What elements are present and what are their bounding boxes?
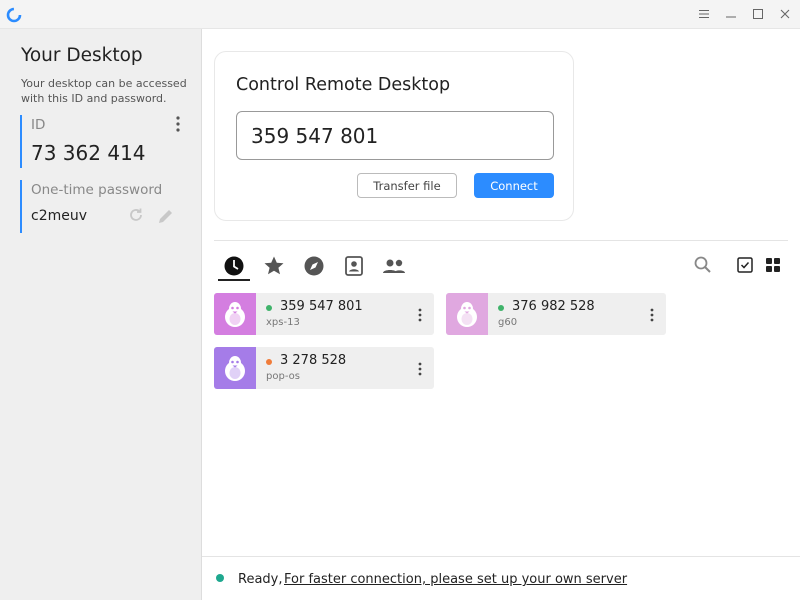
setup-server-link[interactable]: For faster connection, please set up you… [284, 572, 627, 587]
password-value[interactable]: c2meuv [31, 208, 87, 224]
id-value[interactable]: 73 362 414 [31, 141, 146, 165]
linux-penguin-icon [225, 356, 245, 381]
peer-card[interactable]: 3 278 528 pop-os [214, 347, 434, 389]
sidebar: Your Desktop Your desktop can be accesse… [0, 29, 202, 600]
minimize-icon[interactable] [723, 6, 739, 22]
transfer-file-button[interactable]: Transfer file [357, 173, 457, 198]
more-options-icon[interactable] [172, 115, 184, 133]
peer-card[interactable]: 359 547 801 xps-13 [214, 293, 434, 335]
search-button[interactable] [691, 253, 715, 277]
rustdesk-logo-icon [6, 7, 22, 23]
peer-id: 359 547 801 [280, 299, 363, 314]
password-section: One-time password c2meuv [20, 180, 185, 233]
more-options-icon[interactable] [414, 360, 426, 378]
title-bar [0, 0, 800, 29]
tab-recent[interactable] [219, 251, 249, 281]
compass-icon [304, 256, 324, 276]
main-panel: Control Remote Desktop Transfer file Con… [202, 29, 800, 600]
tab-discovered[interactable] [299, 251, 329, 281]
your-desktop-description: Your desktop can be accessed with this I… [21, 77, 187, 105]
edit-pencil-icon[interactable] [156, 206, 176, 226]
tab-group[interactable] [379, 251, 409, 281]
active-tab-indicator [218, 279, 250, 281]
checkbox-icon [737, 257, 753, 273]
peer-avatar [214, 293, 256, 335]
peer-card[interactable]: 376 982 528 g60 [446, 293, 666, 335]
tab-favorites[interactable] [259, 251, 289, 281]
grid-view-button[interactable] [761, 253, 785, 277]
control-remote-title: Control Remote Desktop [236, 75, 451, 95]
status-text: Ready, [238, 572, 283, 587]
select-button[interactable] [733, 253, 757, 277]
tab-address-book[interactable] [339, 251, 369, 281]
id-label: ID [31, 117, 46, 133]
more-options-icon[interactable] [646, 306, 658, 324]
status-bar: Ready, For faster connection, please set… [202, 556, 800, 600]
more-options-icon[interactable] [414, 306, 426, 324]
online-status-dot [498, 305, 504, 311]
linux-penguin-icon [225, 302, 245, 327]
maximize-icon[interactable] [750, 6, 766, 22]
grid-view-icon [766, 258, 780, 272]
peer-name: xps-13 [266, 317, 300, 328]
connect-button[interactable]: Connect [474, 173, 554, 198]
peer-avatar [446, 293, 488, 335]
control-remote-card: Control Remote Desktop Transfer file Con… [214, 51, 574, 221]
close-icon[interactable] [777, 6, 793, 22]
peer-avatar [214, 347, 256, 389]
search-icon [694, 256, 711, 273]
peer-id: 376 982 528 [512, 299, 595, 314]
password-label: One-time password [31, 182, 163, 198]
hamburger-icon[interactable] [696, 6, 712, 22]
linux-penguin-icon [457, 302, 477, 327]
peer-id: 3 278 528 [280, 353, 347, 368]
divider [214, 240, 788, 241]
remote-id-input[interactable] [236, 111, 554, 160]
people-icon [383, 259, 405, 273]
peer-name: g60 [498, 317, 518, 328]
contact-book-icon [345, 256, 363, 276]
online-status-dot [266, 305, 272, 311]
your-desktop-title: Your Desktop [21, 45, 143, 66]
clock-icon [224, 256, 244, 276]
status-dot [216, 574, 224, 582]
away-status-dot [266, 359, 272, 365]
refresh-icon[interactable] [127, 206, 145, 224]
peer-name: pop-os [266, 371, 300, 382]
id-section: ID 73 362 414 [20, 115, 185, 168]
star-icon [264, 256, 284, 275]
